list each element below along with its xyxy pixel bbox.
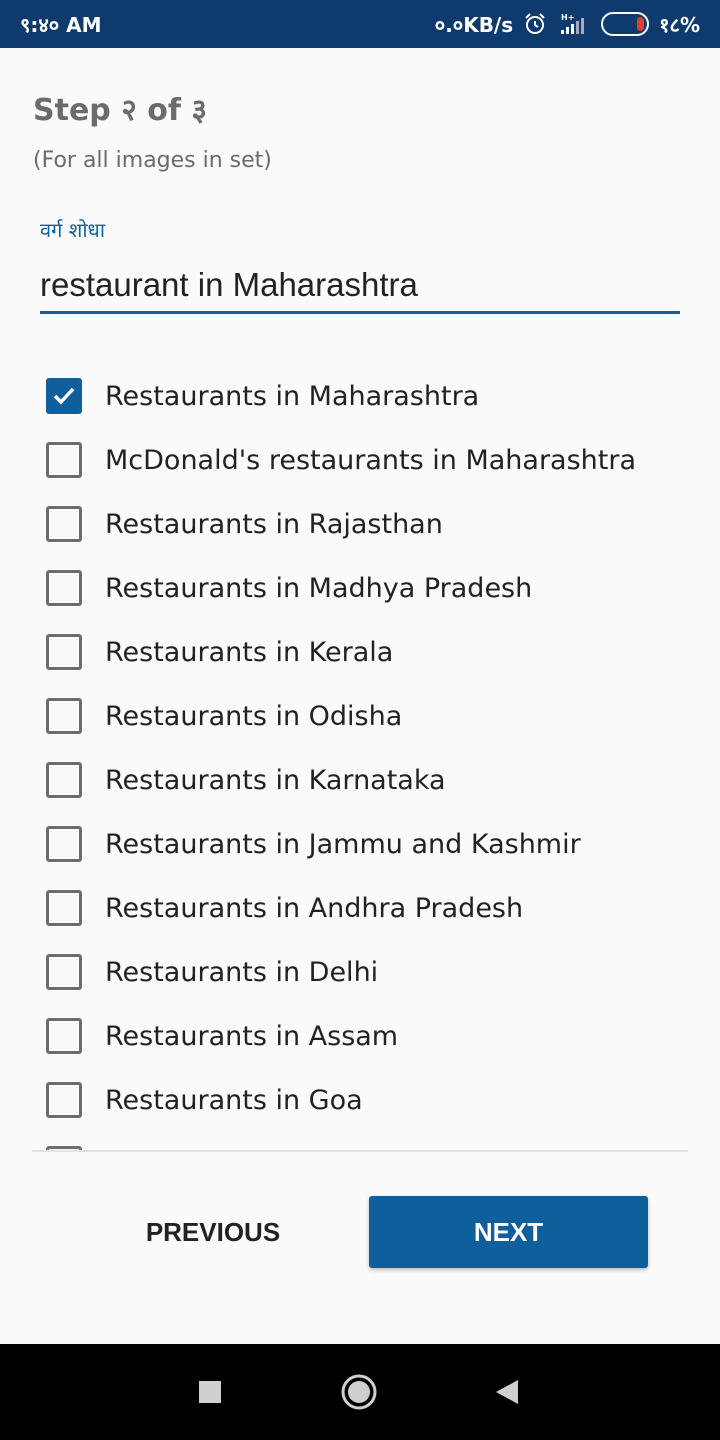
list-item-label: Restaurants in Goa <box>105 1084 363 1116</box>
checkbox[interactable] <box>46 890 82 926</box>
alarm-icon <box>523 12 547 36</box>
checkmark-icon <box>53 387 75 405</box>
checkbox[interactable] <box>46 762 82 798</box>
list-item-label: Restaurants in Madhya Pradesh <box>105 572 533 604</box>
list-item[interactable]: Restaurants in Assam <box>0 1004 720 1068</box>
category-search-input[interactable] <box>40 258 680 314</box>
list-item[interactable]: McDonald's restaurants in Maharashtra <box>0 428 720 492</box>
page-subtitle: (For all images in set) <box>33 148 272 173</box>
battery-icon <box>601 12 650 36</box>
next-button[interactable]: NEXT <box>369 1196 648 1268</box>
list-item-label: Restaurants in Maharashtra <box>105 380 480 412</box>
search-field-label: वर्ग शोधा <box>40 218 105 242</box>
battery-percent: १८% <box>659 12 700 37</box>
list-item[interactable]: Restaurants in Karnataka <box>0 748 720 812</box>
list-item-partial[interactable] <box>0 1132 720 1150</box>
status-bar: ९:४० AM ०.०KB/s H+ १८% <box>0 0 720 48</box>
status-icons: ०.०KB/s H+ १८% <box>435 11 700 38</box>
system-nav-bar <box>0 1344 720 1440</box>
network-speed: ०.०KB/s <box>434 12 514 37</box>
signal-icon: H+ <box>557 12 591 36</box>
list-item-label: Restaurants in Andhra Pradesh <box>105 892 524 924</box>
list-item[interactable]: Restaurants in Andhra Pradesh <box>0 876 720 940</box>
list-item[interactable]: Restaurants in Madhya Pradesh <box>0 556 720 620</box>
checkbox[interactable] <box>46 442 82 478</box>
battery-level-fill <box>637 17 645 31</box>
list-item-label: Restaurants in Rajasthan <box>105 508 443 540</box>
status-time: ९:४० AM <box>20 12 102 37</box>
list-divider <box>32 1150 688 1152</box>
page-title: Step २ of ३ <box>33 93 207 128</box>
checkbox[interactable] <box>46 570 82 606</box>
list-item[interactable]: Restaurants in Delhi <box>0 940 720 1004</box>
checkbox[interactable] <box>46 826 82 862</box>
list-item-label: Restaurants in Jammu and Kashmir <box>105 828 581 860</box>
list-item[interactable]: Restaurants in Goa <box>0 1068 720 1132</box>
back-triangle-icon[interactable] <box>466 1344 546 1440</box>
checkbox[interactable] <box>46 954 82 990</box>
list-item-label: Restaurants in Odisha <box>105 700 403 732</box>
recents-square-icon[interactable] <box>170 1344 250 1440</box>
category-results-list[interactable]: Restaurants in Maharashtra McDonald's res… <box>0 364 720 1150</box>
svg-text:H+: H+ <box>561 13 574 22</box>
categories-step: Step २ of ३ (For all images in set) वर्ग… <box>0 48 720 1344</box>
list-item[interactable]: Restaurants in Jammu and Kashmir <box>0 812 720 876</box>
list-item[interactable]: Restaurants in Kerala <box>0 620 720 684</box>
checkbox[interactable] <box>46 1018 82 1054</box>
checkbox-checked[interactable] <box>46 378 82 414</box>
checkbox[interactable] <box>46 698 82 734</box>
list-item-label: Restaurants in Assam <box>105 1020 399 1052</box>
checkbox[interactable] <box>46 1082 82 1118</box>
list-item[interactable]: Restaurants in Rajasthan <box>0 492 720 556</box>
list-item-label: Restaurants in Kerala <box>105 636 394 668</box>
list-item[interactable]: Restaurants in Odisha <box>0 684 720 748</box>
list-item-label: McDonald's restaurants in Maharashtra <box>105 444 636 476</box>
list-item-label: Restaurants in Karnataka <box>105 764 446 796</box>
checkbox[interactable] <box>46 506 82 542</box>
list-item-label: Restaurants in Delhi <box>105 956 379 988</box>
home-circle-icon[interactable] <box>319 1344 399 1440</box>
previous-button[interactable]: PREVIOUS <box>120 1196 306 1268</box>
list-item[interactable]: Restaurants in Maharashtra <box>0 364 720 428</box>
checkbox[interactable] <box>46 634 82 670</box>
